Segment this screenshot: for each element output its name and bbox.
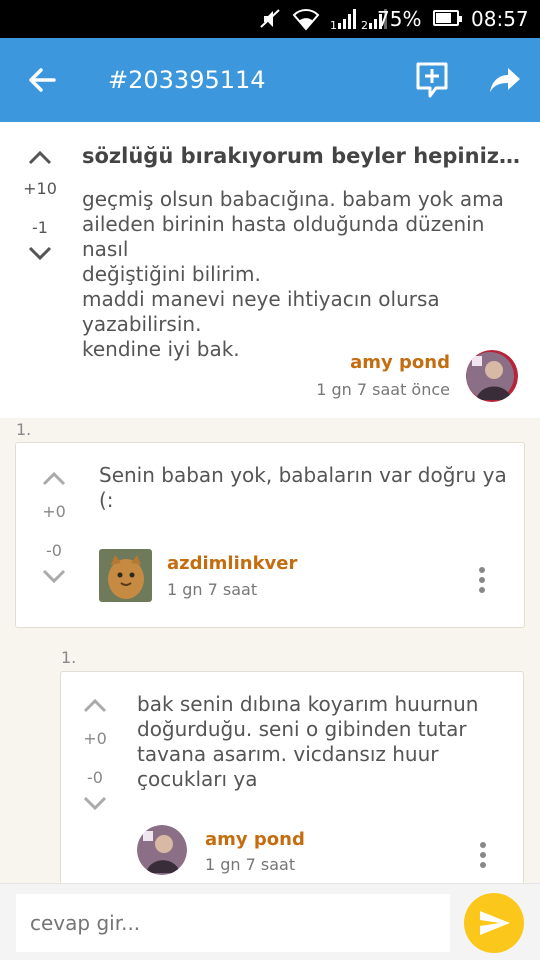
downvote-count: -1 — [32, 218, 48, 237]
svg-text:2: 2 — [361, 19, 368, 31]
author-name[interactable]: azdimlinkver — [167, 553, 297, 574]
reply-line: bak senin dıbına koyarım huurnun — [137, 692, 479, 716]
topic-entry: +10 -1 sözlüğü bırakıyorum beyler hepini… — [0, 122, 540, 418]
upvote-icon[interactable] — [41, 469, 67, 487]
send-button[interactable] — [464, 893, 524, 953]
battery-icon — [433, 10, 462, 26]
upvote-count: +0 — [42, 502, 66, 521]
add-entry-icon[interactable] — [414, 60, 450, 100]
battery-percent: 75% — [377, 7, 422, 31]
avatar[interactable] — [137, 825, 187, 875]
upvote-count: +10 — [23, 179, 57, 198]
author-name[interactable]: amy pond — [205, 829, 305, 850]
back-arrow-icon[interactable] — [22, 60, 62, 100]
mute-icon — [260, 9, 280, 28]
upvote-icon[interactable] — [82, 696, 108, 714]
share-icon[interactable] — [486, 62, 522, 98]
entry-line: yazabilirsin. — [82, 312, 202, 336]
app-bar: #203395114 — [0, 38, 540, 122]
entry-time: 1 gn 7 saat önce — [316, 380, 450, 399]
avatar[interactable] — [99, 549, 152, 602]
entry-line: aileden birinin hasta olduğunda düzenin … — [82, 212, 485, 261]
entry-text: geçmiş olsun babacığına. babam yok ama a… — [82, 187, 522, 362]
reply-line: çocukları ya — [137, 767, 258, 791]
downvote-icon[interactable] — [41, 568, 67, 586]
entry-line: değiştiğini bilirim. — [82, 262, 261, 286]
more-icon[interactable] — [479, 842, 487, 872]
downvote-count: -0 — [87, 768, 103, 787]
page-title: #203395114 — [108, 66, 266, 94]
topic-vote: +10 -1 — [20, 148, 60, 263]
status-icons: 12 — [258, 6, 390, 32]
reply-input[interactable] — [16, 894, 450, 952]
reply-index: 1. — [61, 648, 77, 667]
reply-vote: +0 -0 — [34, 469, 74, 586]
reply-composer — [0, 883, 540, 960]
clock: 08:57 — [471, 7, 529, 31]
upvote-icon[interactable] — [27, 148, 53, 166]
reply-line: doğurduğu. seni o gibinden tutar — [137, 717, 467, 741]
reply-card: +0 -0 Senin baban yok, babaların var doğ… — [15, 442, 525, 628]
nested-reply-card: +0 -0 bak senin dıbına koyarım huurnun d… — [60, 671, 524, 901]
reply-time: 1 gn 7 saat — [167, 580, 258, 599]
entry-line: kendine iyi bak. — [82, 337, 240, 361]
send-icon — [480, 911, 510, 935]
topic-title[interactable]: sözlüğü bırakıyorum beyler hepiniz sağ… — [82, 142, 522, 170]
reply-index: 1. — [16, 420, 32, 439]
more-icon[interactable] — [478, 567, 486, 597]
entry-line: maddi manevi neye ihtiyacın olursa — [82, 287, 440, 311]
svg-text:1: 1 — [330, 19, 337, 31]
downvote-icon[interactable] — [27, 245, 53, 263]
entry-line: geçmiş olsun babacığına. babam yok ama — [82, 187, 504, 211]
downvote-icon[interactable] — [82, 795, 108, 813]
downvote-count: -0 — [46, 541, 62, 560]
reply-line: tavana asarım. vicdansız huur — [137, 742, 439, 766]
author-name[interactable]: amy pond — [350, 352, 450, 373]
reply-text: bak senin dıbına koyarım huurnun doğurdu… — [137, 692, 507, 792]
reply-vote: +0 -0 — [75, 696, 115, 813]
reply-time: 1 gn 7 saat — [205, 855, 296, 874]
reply-text: Senin baban yok, babaların var doğru ya … — [99, 463, 507, 512]
avatar[interactable] — [466, 350, 518, 402]
upvote-count: +0 — [83, 729, 107, 748]
status-bar: 12 75% 08:57 — [0, 0, 540, 38]
wifi-icon — [292, 9, 320, 31]
